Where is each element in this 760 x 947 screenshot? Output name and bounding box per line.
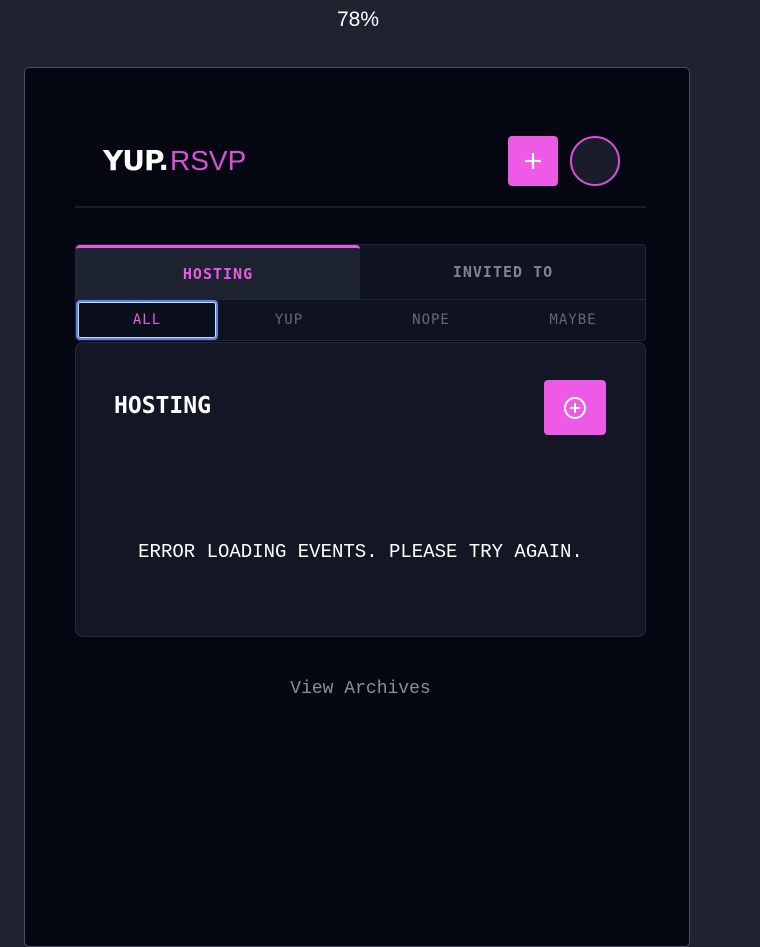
- filter-yup[interactable]: YUP: [218, 300, 360, 340]
- rsvp-filter-tabs: ALL YUP NOPE MAYBE: [76, 299, 645, 341]
- filter-maybe[interactable]: MAYBE: [502, 300, 644, 340]
- filter-all[interactable]: ALL: [76, 300, 218, 340]
- create-event-button[interactable]: [508, 136, 558, 186]
- error-message: ERROR LOADING EVENTS. PLEASE TRY AGAIN.: [138, 541, 583, 563]
- card-title: HOSTING: [114, 393, 211, 419]
- tab-hosting[interactable]: HOSTING: [76, 245, 360, 299]
- avatar[interactable]: [570, 136, 620, 186]
- add-event-button[interactable]: [544, 380, 606, 435]
- event-tabs: HOSTING INVITED TO ALL YUP NOPE MAYBE: [75, 244, 646, 341]
- plus-circle-icon: [564, 396, 586, 419]
- hosting-card: HOSTING ERROR LOADING EVENTS. PLEASE TRY…: [75, 342, 646, 637]
- zoom-level: 78%: [336, 8, 380, 31]
- logo-brand: YUP.: [103, 144, 169, 177]
- app-header: YUP. RSVP: [75, 68, 646, 208]
- view-archives-link[interactable]: View Archives: [75, 679, 646, 699]
- app-viewport: YUP. RSVP HOSTING INVITED TO ALL YUP NOP…: [24, 67, 690, 947]
- tab-invited-to[interactable]: INVITED TO: [360, 245, 646, 299]
- logo-product: RSVP: [170, 145, 247, 176]
- plus-icon: [525, 153, 541, 169]
- logo[interactable]: YUP. RSVP: [103, 144, 246, 177]
- filter-nope[interactable]: NOPE: [360, 300, 502, 340]
